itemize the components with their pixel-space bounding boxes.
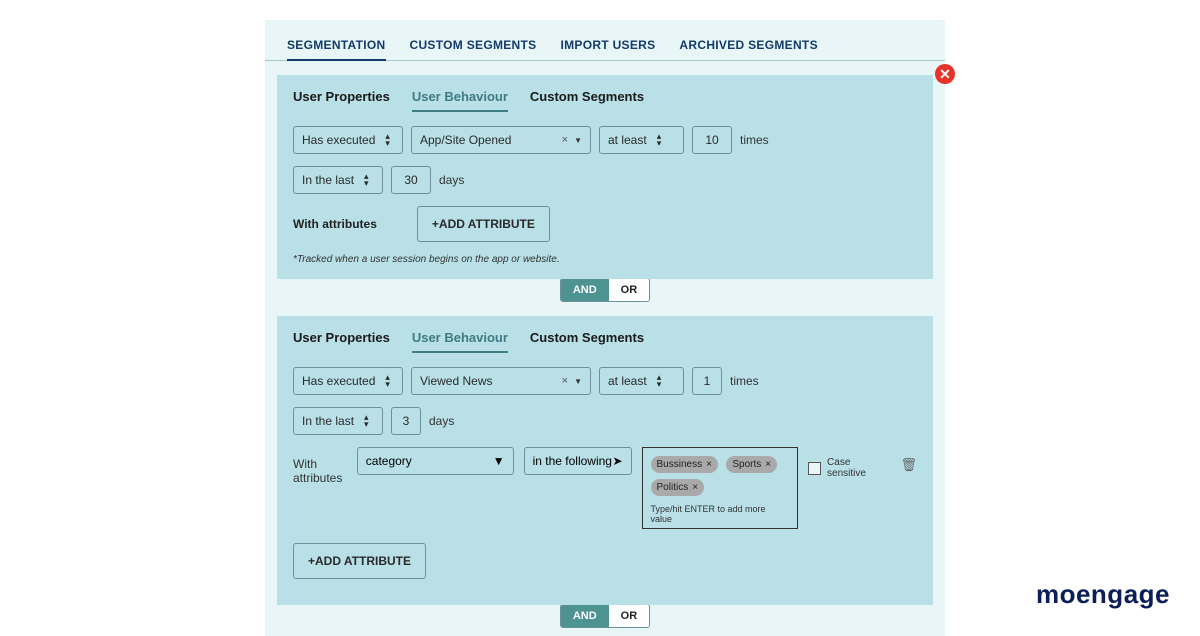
updown-icon: ▴▾ xyxy=(385,133,390,147)
tab-import-users[interactable]: IMPORT USERS xyxy=(560,38,655,52)
trash-icon[interactable]: 🗑 xyxy=(900,447,917,473)
select-value: App/Site Opened xyxy=(420,133,511,147)
event-select[interactable]: App/Site Opened × ▼ xyxy=(411,126,591,154)
tab-user-behaviour[interactable]: User Behaviour xyxy=(412,330,508,353)
add-attribute-button[interactable]: +ADD ATTRIBUTE xyxy=(293,543,426,579)
case-sensitive-checkbox[interactable] xyxy=(808,462,821,475)
attribute-operator-select[interactable]: in the following ➤ xyxy=(524,447,632,475)
count-input[interactable]: 1 xyxy=(692,367,722,395)
chevron-down-icon: ▼ xyxy=(493,454,505,468)
tab-custom-segments[interactable]: CUSTOM SEGMENTS xyxy=(410,38,537,52)
updown-icon: ▴▾ xyxy=(364,173,369,187)
updown-icon: ▴▾ xyxy=(657,133,662,147)
tab-user-properties[interactable]: User Properties xyxy=(293,89,390,112)
times-label: times xyxy=(740,133,769,147)
chip[interactable]: Bussiness× xyxy=(651,456,718,473)
nav-tabs: SEGMENTATION CUSTOM SEGMENTS IMPORT USER… xyxy=(265,38,945,61)
range-select[interactable]: In the last ▴▾ xyxy=(293,166,383,194)
filter-block-2: User Properties User Behaviour Custom Se… xyxy=(277,316,933,605)
days-label: days xyxy=(429,414,454,428)
add-attribute-button[interactable]: +ADD ATTRIBUTE xyxy=(417,206,550,242)
attribute-values-input[interactable]: Bussiness× Sports× Politics× Type/hit EN… xyxy=(642,447,799,529)
chevron-down-icon: ▼ xyxy=(574,377,582,386)
tab-custom-segments[interactable]: Custom Segments xyxy=(530,330,644,353)
case-sensitive-label: Case sensitive xyxy=(827,457,890,479)
or-button[interactable]: OR xyxy=(609,279,650,301)
select-value: In the last xyxy=(302,173,354,187)
filter-block-1: User Properties User Behaviour Custom Se… xyxy=(277,75,933,279)
updown-icon: ▴▾ xyxy=(364,414,369,428)
select-value: at least xyxy=(608,133,647,147)
tab-user-properties[interactable]: User Properties xyxy=(293,330,390,353)
range-select[interactable]: In the last ▴▾ xyxy=(293,407,383,435)
chip[interactable]: Politics× xyxy=(651,479,705,496)
range-value-input[interactable]: 30 xyxy=(391,166,431,194)
and-or-toggle-2: AND OR xyxy=(265,604,945,628)
times-label: times xyxy=(730,374,759,388)
tab-user-behaviour[interactable]: User Behaviour xyxy=(412,89,508,112)
has-executed-select[interactable]: Has executed ▴▾ xyxy=(293,126,403,154)
select-value: Has executed xyxy=(302,133,375,147)
with-attributes-label: With attributes xyxy=(293,447,347,485)
tab-segmentation[interactable]: SEGMENTATION xyxy=(287,38,386,61)
updown-icon: ▴▾ xyxy=(657,374,662,388)
brand-logo: moengage xyxy=(1036,579,1170,610)
tab-archived-segments[interactable]: ARCHIVED SEGMENTS xyxy=(679,38,817,52)
close-icon[interactable]: ✕ xyxy=(935,64,955,84)
has-executed-select[interactable]: Has executed ▴▾ xyxy=(293,367,403,395)
attribute-name-select[interactable]: category ▼ xyxy=(357,447,514,475)
and-button[interactable]: AND xyxy=(561,279,609,301)
event-footnote: *Tracked when a user session begins on t… xyxy=(293,254,917,265)
and-or-toggle-1: AND OR xyxy=(265,278,945,302)
chip-remove-icon[interactable]: × xyxy=(706,459,712,470)
comparator-select[interactable]: at least ▴▾ xyxy=(599,126,684,154)
select-value: Viewed News xyxy=(420,374,492,388)
select-value: Has executed xyxy=(302,374,375,388)
segmentation-panel: SEGMENTATION CUSTOM SEGMENTS IMPORT USER… xyxy=(265,20,945,636)
select-value: category xyxy=(366,454,412,468)
and-button[interactable]: AND xyxy=(561,605,609,627)
chip-remove-icon[interactable]: × xyxy=(765,459,771,470)
chevron-down-icon: ▼ xyxy=(574,136,582,145)
or-button[interactable]: OR xyxy=(609,605,650,627)
chips-hint: Type/hit ENTER to add more value xyxy=(651,504,790,524)
clear-icon[interactable]: × xyxy=(562,375,568,387)
chip-remove-icon[interactable]: × xyxy=(692,482,698,493)
range-value-input[interactable]: 3 xyxy=(391,407,421,435)
with-attributes-label: With attributes xyxy=(293,217,377,231)
select-value: In the last xyxy=(302,414,354,428)
event-select[interactable]: Viewed News × ▼ xyxy=(411,367,591,395)
select-value: in the following xyxy=(533,454,612,468)
updown-icon: ▴▾ xyxy=(385,374,390,388)
tab-custom-segments[interactable]: Custom Segments xyxy=(530,89,644,112)
comparator-select[interactable]: at least ▴▾ xyxy=(599,367,684,395)
chip[interactable]: Sports× xyxy=(726,456,777,473)
cursor-icon: ➤ xyxy=(612,454,622,468)
filter-type-tabs: User Properties User Behaviour Custom Se… xyxy=(293,89,917,112)
count-input[interactable]: 10 xyxy=(692,126,732,154)
select-value: at least xyxy=(608,374,647,388)
filter-type-tabs: User Properties User Behaviour Custom Se… xyxy=(293,330,917,353)
clear-icon[interactable]: × xyxy=(562,134,568,146)
days-label: days xyxy=(439,173,464,187)
